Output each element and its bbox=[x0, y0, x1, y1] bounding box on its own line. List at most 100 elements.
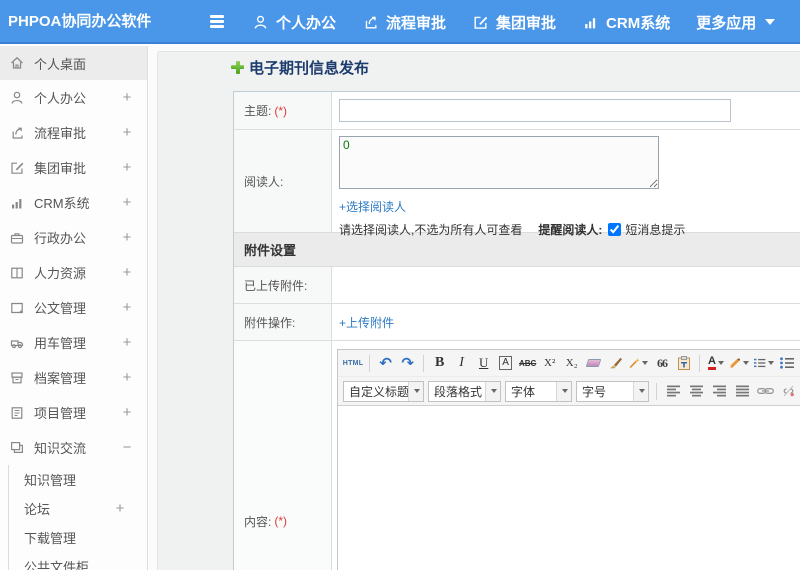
select-readers-link[interactable]: +选择阅读人 bbox=[339, 198, 406, 215]
readers-hint-line: 请选择阅读人,不选为所有人可查看 提醒阅读人: 短消息提示 bbox=[339, 221, 795, 238]
expand-plus-icon[interactable]: + bbox=[119, 89, 135, 106]
app-logo: PHPOA协同办公软件 bbox=[8, 13, 152, 30]
sidebar-item-admin-office[interactable]: 行政办公 + bbox=[0, 220, 147, 255]
nav-item-personal-office[interactable]: 个人办公 bbox=[252, 12, 336, 33]
remove-format-icon[interactable] bbox=[584, 353, 603, 374]
upload-attachment-link[interactable]: +上传附件 bbox=[339, 314, 394, 331]
bold-button[interactable]: B bbox=[430, 353, 449, 374]
sms-notify-label: 短消息提示 bbox=[625, 223, 686, 237]
strikethrough-button[interactable]: ABC bbox=[518, 353, 537, 374]
unlink-icon[interactable] bbox=[779, 381, 798, 402]
editor-content-area[interactable] bbox=[338, 406, 800, 570]
paste-plain-icon[interactable] bbox=[674, 353, 693, 374]
expand-plus-icon[interactable]: + bbox=[119, 299, 135, 316]
sms-notify-checkbox[interactable] bbox=[608, 223, 622, 236]
undo-button[interactable]: ↶ bbox=[376, 353, 395, 374]
clipboard-icon bbox=[9, 405, 25, 421]
align-left-icon[interactable] bbox=[664, 381, 683, 402]
nav-item-crm-system[interactable]: CRM系统 bbox=[582, 12, 670, 33]
readers-textarea[interactable]: 0 bbox=[339, 136, 659, 189]
align-right-icon[interactable] bbox=[710, 381, 729, 402]
readers-row: 阅读人: 0 +选择阅读人 请选择阅读人,不选为所有人可查看 提醒阅读人: 短消… bbox=[234, 130, 800, 237]
expand-plus-icon[interactable]: + bbox=[112, 500, 128, 517]
expand-plus-icon[interactable]: + bbox=[119, 194, 135, 211]
highlight-color-icon[interactable] bbox=[728, 353, 749, 374]
sidebar-item-label: 个人办公 bbox=[34, 91, 87, 106]
underline-button[interactable]: U bbox=[474, 353, 493, 374]
font-border-button[interactable]: A bbox=[496, 353, 515, 374]
italic-button[interactable]: I bbox=[452, 353, 471, 374]
subject-label-cell: 主题: (*) bbox=[234, 92, 332, 129]
expand-plus-icon[interactable]: + bbox=[119, 404, 135, 421]
attachment-ops-label: 附件操作: bbox=[244, 315, 296, 330]
sidebar-item-label: 集团审批 bbox=[34, 161, 87, 176]
heading-select[interactable]: 自定义标题 bbox=[343, 380, 424, 402]
paragraph-format-select[interactable]: 段落格式 bbox=[428, 380, 501, 402]
blockquote-button[interactable]: 66 bbox=[652, 353, 671, 374]
nav-label: 更多应用 bbox=[696, 14, 757, 32]
expand-plus-icon[interactable]: + bbox=[119, 334, 135, 351]
sidebar-item-project-management[interactable]: 项目管理 + bbox=[0, 395, 147, 430]
sidebar: 个人桌面 个人办公 + 流程审批 + 集团审批 + CRM系统 + 行政办公 + bbox=[0, 46, 148, 570]
expand-plus-icon[interactable]: + bbox=[119, 159, 135, 176]
font-family-select[interactable]: 字体 bbox=[505, 380, 572, 402]
ordered-list-icon[interactable] bbox=[753, 353, 775, 374]
insert-link-icon[interactable] bbox=[756, 381, 775, 402]
sidebar-item-personal-office[interactable]: 个人办公 + bbox=[0, 80, 147, 115]
nav-item-more-apps[interactable]: 更多应用 bbox=[696, 12, 776, 33]
sidebar-item-label: 档案管理 bbox=[34, 371, 87, 386]
book-icon bbox=[9, 265, 25, 281]
expand-plus-icon[interactable]: + bbox=[119, 369, 135, 386]
nav-label: 个人办公 bbox=[276, 14, 337, 32]
sidebar-item-group-approval[interactable]: 集团审批 + bbox=[0, 150, 147, 185]
sidebar-item-vehicle-management[interactable]: 用车管理 + bbox=[0, 325, 147, 360]
align-justify-icon[interactable] bbox=[733, 381, 752, 402]
sidebar-item-workflow-approval[interactable]: 流程审批 + bbox=[0, 115, 147, 150]
required-mark: (*) bbox=[274, 514, 288, 528]
uploaded-value-cell bbox=[332, 267, 800, 303]
format-brush-icon[interactable] bbox=[606, 353, 625, 374]
expand-plus-icon[interactable]: + bbox=[119, 229, 135, 246]
sidebar-subitem-download-management[interactable]: 下载管理 bbox=[9, 523, 147, 552]
sidebar-item-label: CRM系统 bbox=[34, 196, 90, 211]
sidebar-item-archives[interactable]: 档案管理 + bbox=[0, 360, 147, 395]
chat-icon bbox=[9, 440, 25, 456]
subject-row: 主题: (*) bbox=[234, 92, 800, 130]
sidebar-item-knowledge-exchange[interactable]: 知识交流 − bbox=[0, 430, 147, 465]
sidebar-item-label: 个人桌面 bbox=[34, 56, 87, 72]
redo-button[interactable]: ↷ bbox=[398, 353, 417, 374]
nav-item-workflow-approval[interactable]: 流程审批 bbox=[362, 12, 446, 33]
sidebar-item-crm-system[interactable]: CRM系统 + bbox=[0, 185, 147, 220]
subject-value-cell bbox=[332, 92, 800, 129]
font-size-select[interactable]: 字号 bbox=[576, 380, 649, 402]
align-center-icon[interactable] bbox=[687, 381, 706, 402]
sidebar-subitem-label: 公共文件柜 bbox=[24, 560, 90, 570]
sidebar-item-human-resources[interactable]: 人力资源 + bbox=[0, 255, 147, 290]
sidebar-subitem-knowledge-management[interactable]: 知识管理 bbox=[9, 465, 147, 494]
nav-item-group-approval[interactable]: 集团审批 bbox=[472, 12, 556, 33]
sidebar-subitem-public-file-cabinet[interactable]: 公共文件柜 bbox=[9, 552, 147, 570]
sidebar-subitem-label: 知识管理 bbox=[24, 473, 77, 488]
content-label-cell: 内容: (*) bbox=[234, 341, 332, 570]
collapse-minus-icon[interactable]: − bbox=[119, 439, 135, 456]
expand-plus-icon[interactable]: + bbox=[119, 264, 135, 281]
auto-typeset-icon[interactable] bbox=[628, 353, 649, 374]
subscript-button[interactable]: X₂ bbox=[562, 353, 581, 374]
chevron-down-icon bbox=[556, 381, 571, 401]
superscript-button[interactable]: X² bbox=[540, 353, 559, 374]
sidebar-item-official-docs[interactable]: 公文管理 + bbox=[0, 290, 147, 325]
subject-label: 主题: bbox=[244, 104, 272, 118]
editor-toolbar-row2: 自定义标题 段落格式 字体 字号 bbox=[338, 377, 800, 406]
nav-label: 集团审批 bbox=[496, 14, 557, 32]
sidebar-subitem-label: 论坛 bbox=[24, 502, 51, 517]
sidebar-subitem-forum[interactable]: 论坛 + bbox=[9, 494, 147, 523]
sidebar-item-personal-desktop[interactable]: 个人桌面 bbox=[0, 46, 147, 80]
top-header-bar: PHPOA协同办公软件 个人办公 流程审批 集团审批 CRM系统 更多应用 bbox=[0, 0, 800, 44]
toolbar-separator bbox=[423, 354, 425, 372]
unordered-list-icon[interactable] bbox=[778, 353, 797, 374]
subject-input[interactable] bbox=[339, 99, 731, 122]
font-color-button[interactable]: A bbox=[706, 353, 725, 374]
html-source-button[interactable]: HTML bbox=[343, 353, 363, 374]
hamburger-menu-icon[interactable] bbox=[210, 15, 225, 29]
expand-plus-icon[interactable]: + bbox=[119, 124, 135, 141]
